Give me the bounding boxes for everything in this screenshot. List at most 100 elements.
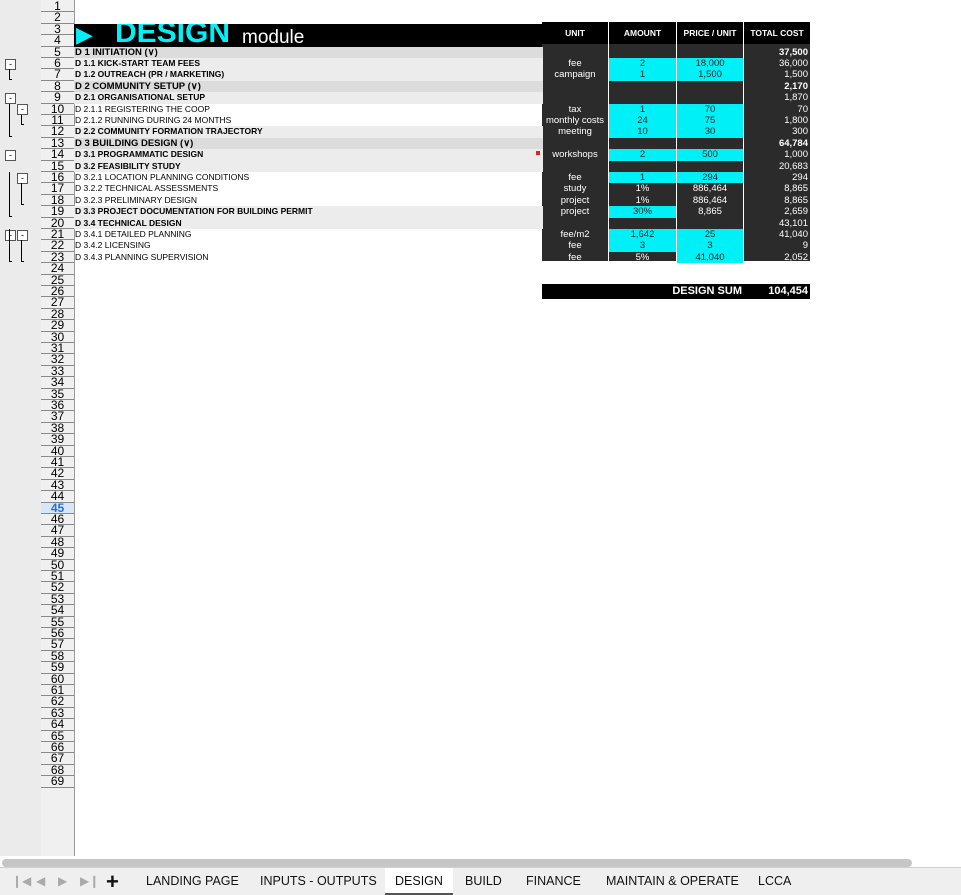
amount-cell[interactable]: 30% bbox=[609, 206, 676, 218]
item-label[interactable]: D 3.2.2 TECHNICAL ASSESSMENTS bbox=[75, 183, 218, 194]
collapse-group-button[interactable]: - bbox=[5, 58, 16, 70]
item-label[interactable]: D 3.4.3 PLANNING SUPERVISION bbox=[75, 252, 209, 263]
total-cost-cell[interactable]: 20,683 bbox=[744, 161, 810, 172]
item-label[interactable]: D 3.1 PROGRAMMATIC DESIGN bbox=[75, 149, 203, 160]
amount-cell[interactable]: 1% bbox=[609, 183, 676, 194]
price-cell[interactable]: 41,040 bbox=[677, 251, 743, 264]
sheet-tab[interactable]: INPUTS - OUTPUTS bbox=[250, 868, 387, 895]
collapse-group-button[interactable]: - bbox=[17, 172, 28, 184]
sheet-tab[interactable]: LCCA bbox=[748, 868, 801, 895]
collapse-group-button[interactable]: - bbox=[17, 229, 28, 241]
price-cell[interactable]: 30 bbox=[677, 126, 743, 138]
unit-cell[interactable]: monthly costs bbox=[542, 115, 608, 126]
item-label[interactable]: D 2.1.2 RUNNING DURING 24 MONTHS bbox=[75, 115, 231, 126]
unit-cell[interactable]: fee bbox=[542, 172, 608, 183]
price-cell[interactable]: 18,000 bbox=[677, 58, 743, 70]
next-sheet-icon[interactable]: ▶ bbox=[58, 874, 67, 888]
first-sheet-icon[interactable]: ❙◀ bbox=[12, 874, 31, 888]
item-label[interactable]: D 2 COMMUNITY SETUP (∨) bbox=[75, 81, 201, 92]
unit-cell[interactable]: fee bbox=[542, 252, 608, 263]
amount-cell[interactable]: 1 bbox=[609, 103, 676, 115]
amount-cell[interactable]: 1 bbox=[609, 172, 676, 184]
price-cell[interactable]: 500 bbox=[677, 149, 743, 161]
total-cost-cell[interactable]: 1,000 bbox=[744, 149, 810, 160]
item-label[interactable]: D 3.4.2 LICENSING bbox=[75, 240, 151, 251]
item-label[interactable]: D 1 INITIATION (∨) bbox=[75, 47, 158, 58]
collapse-group-button[interactable]: - bbox=[5, 229, 16, 241]
unit-cell[interactable]: project bbox=[542, 195, 608, 206]
unit-cell[interactable]: fee/m2 bbox=[542, 229, 608, 240]
price-cell[interactable]: 70 bbox=[677, 103, 743, 115]
item-label[interactable]: D 2.1 ORGANISATIONAL SETUP bbox=[75, 92, 205, 103]
sheet-tab[interactable]: BUILD bbox=[455, 868, 512, 895]
price-cell[interactable]: 294 bbox=[677, 172, 743, 184]
price-cell[interactable]: 25 bbox=[677, 229, 743, 241]
sheet-tab[interactable]: MAINTAIN & OPERATE bbox=[596, 868, 749, 895]
total-cost-cell[interactable]: 2,052 bbox=[744, 252, 810, 263]
unit-cell[interactable]: meeting bbox=[542, 126, 608, 137]
total-cost-cell[interactable]: 1,500 bbox=[744, 69, 810, 80]
unit-cell[interactable]: fee bbox=[542, 240, 608, 251]
sheet-tab[interactable]: LANDING PAGE bbox=[136, 868, 249, 895]
total-cost-cell[interactable]: 9 bbox=[744, 240, 810, 251]
item-label[interactable]: D 1.2 OUTREACH (PR / MARKETING) bbox=[75, 69, 224, 80]
total-cost-cell[interactable]: 1,870 bbox=[744, 92, 810, 103]
sheet-tab[interactable]: FINANCE bbox=[516, 868, 591, 895]
item-label[interactable]: D 2.1.1 REGISTERING THE COOP bbox=[75, 104, 210, 115]
total-cost-cell[interactable]: 8,865 bbox=[744, 195, 810, 206]
price-cell[interactable]: 3 bbox=[677, 240, 743, 252]
amount-cell[interactable]: 2 bbox=[609, 149, 676, 161]
total-cost-cell[interactable]: 41,040 bbox=[744, 229, 810, 240]
outline-bracket bbox=[9, 69, 10, 79]
price-cell[interactable]: 886,464 bbox=[677, 183, 743, 194]
item-label[interactable]: D 2.2 COMMUNITY FORMATION TRAJECTORY bbox=[75, 126, 263, 137]
item-label[interactable]: D 3.2 FEASIBILITY STUDY bbox=[75, 161, 181, 172]
total-cost-cell[interactable]: 8,865 bbox=[744, 183, 810, 194]
total-cost-cell[interactable]: 36,000 bbox=[744, 58, 810, 69]
add-sheet-button[interactable]: + bbox=[106, 869, 119, 895]
unit-cell[interactable]: campaign bbox=[542, 69, 608, 80]
total-cost-cell[interactable]: 70 bbox=[744, 104, 810, 115]
amount-cell[interactable]: 24 bbox=[609, 115, 676, 127]
item-label[interactable]: D 3.2.3 PRELIMINARY DESIGN bbox=[75, 195, 197, 206]
item-label[interactable]: D 3 BUILDING DESIGN (∨) bbox=[75, 138, 193, 149]
unit-cell[interactable]: tax bbox=[542, 104, 608, 115]
total-cost-cell[interactable]: 1,800 bbox=[744, 115, 810, 126]
spreadsheet-grid[interactable]: ▶ DESIGN module UNIT AMOUNT PRICE / UNIT TOTAL… bbox=[74, 0, 961, 856]
item-label[interactable]: D 3.3 PROJECT DOCUMENTATION FOR BUILDING… bbox=[75, 206, 313, 217]
total-cost-cell[interactable]: 294 bbox=[744, 172, 810, 183]
sheet-tab[interactable]: DESIGN bbox=[385, 868, 453, 895]
total-cost-cell[interactable]: 43,101 bbox=[744, 218, 810, 229]
item-label[interactable]: D 1.1 KICK-START TEAM FEES bbox=[75, 58, 200, 69]
item-label[interactable]: D 3.2.1 LOCATION PLANNING CONDITIONS bbox=[75, 172, 249, 183]
price-cell[interactable]: 8,865 bbox=[677, 206, 743, 217]
prev-sheet-icon[interactable]: ◀ bbox=[36, 874, 45, 888]
total-cost-cell[interactable]: 300 bbox=[744, 126, 810, 137]
unit-cell[interactable]: fee bbox=[542, 58, 608, 69]
total-cost-cell[interactable]: 2,170 bbox=[744, 81, 810, 92]
unit-cell[interactable]: workshops bbox=[542, 149, 608, 160]
amount-cell[interactable]: 2 bbox=[609, 58, 676, 70]
row-number[interactable]: 69 bbox=[41, 775, 74, 788]
price-cell[interactable]: 886,464 bbox=[677, 195, 743, 206]
horizontal-scrollbar[interactable] bbox=[2, 859, 912, 867]
collapse-group-button[interactable]: - bbox=[17, 104, 28, 116]
unit-cell[interactable]: project bbox=[542, 206, 608, 217]
amount-cell[interactable]: 1% bbox=[609, 195, 676, 206]
price-cell[interactable]: 1,500 bbox=[677, 69, 743, 81]
last-sheet-icon[interactable]: ▶❙ bbox=[80, 874, 99, 888]
item-label[interactable]: D 3.4 TECHNICAL DESIGN bbox=[75, 218, 182, 229]
amount-cell[interactable]: 1 bbox=[609, 69, 676, 81]
total-cost-cell[interactable]: 2,659 bbox=[744, 206, 810, 217]
amount-cell[interactable]: 3 bbox=[609, 240, 676, 252]
amount-cell[interactable]: 5% bbox=[609, 252, 676, 263]
total-cost-cell[interactable]: 64,784 bbox=[744, 138, 810, 149]
unit-cell[interactable]: study bbox=[542, 183, 608, 194]
total-cost-cell[interactable]: 37,500 bbox=[744, 47, 810, 58]
collapse-group-button[interactable]: - bbox=[5, 92, 16, 104]
price-cell[interactable]: 75 bbox=[677, 115, 743, 127]
amount-cell[interactable]: 1,642 bbox=[609, 229, 676, 241]
collapse-group-button[interactable]: - bbox=[5, 149, 16, 161]
item-label[interactable]: D 3.4.1 DETAILED PLANNING bbox=[75, 229, 192, 240]
amount-cell[interactable]: 10 bbox=[609, 126, 676, 138]
